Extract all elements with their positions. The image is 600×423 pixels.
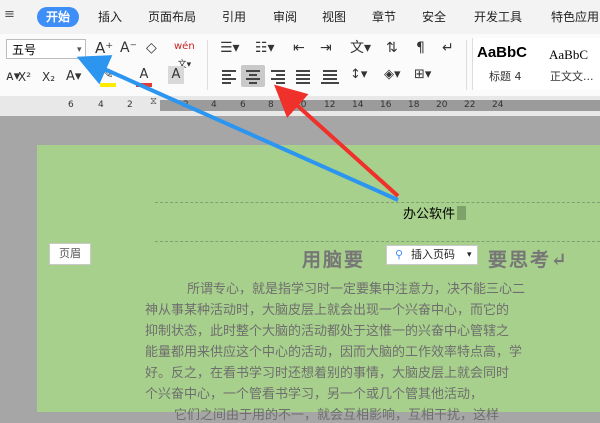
annotation-arrows bbox=[76, 55, 400, 202]
red-arrow bbox=[274, 84, 400, 198]
blue-arrow bbox=[76, 55, 399, 202]
